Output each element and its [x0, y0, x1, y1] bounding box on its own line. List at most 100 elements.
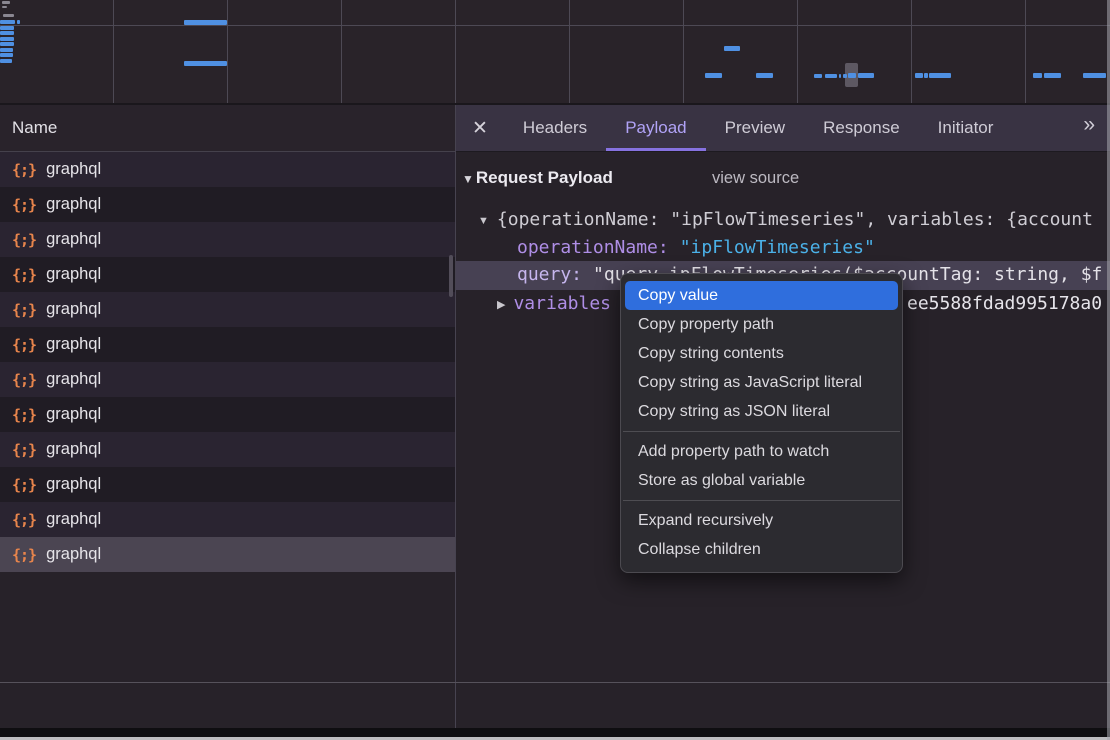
request-timing-bar: [825, 74, 837, 78]
request-timing-bar: [1044, 73, 1061, 78]
network-request-row[interactable]: {;} graphql: [0, 397, 455, 432]
more-tabs-icon[interactable]: »: [1083, 113, 1094, 137]
request-timing-bar: [0, 31, 14, 35]
json-file-icon: {;}: [12, 336, 36, 354]
request-timing-bar: [814, 74, 822, 78]
request-name: graphql: [46, 335, 101, 354]
context-menu: Copy valueCopy property pathCopy string …: [620, 273, 903, 573]
request-timing-bar: [0, 42, 14, 46]
menu-separator: [623, 500, 900, 501]
gridline: [569, 0, 570, 103]
json-file-icon: {;}: [12, 511, 36, 529]
tab-initiator[interactable]: Initiator: [919, 105, 1013, 151]
json-file-icon: {;}: [12, 196, 36, 214]
view-source-link[interactable]: view source: [712, 164, 799, 192]
request-name: graphql: [46, 545, 101, 564]
request-timing-bar: [1083, 73, 1106, 78]
request-timing-bar: [724, 46, 740, 51]
request-timing-bar: [2, 6, 7, 8]
menu-item-copy-value[interactable]: Copy value: [625, 281, 898, 310]
request-timing-bar: [929, 73, 951, 78]
request-timing-bar: [0, 48, 13, 52]
request-name: graphql: [46, 265, 101, 284]
request-timing-bar: [839, 74, 841, 78]
property-key: variables: [513, 293, 611, 314]
request-timing-bar: [0, 20, 15, 24]
network-request-row[interactable]: {;} graphql: [0, 187, 455, 222]
menu-separator: [623, 431, 900, 432]
gridline: [341, 0, 342, 103]
network-request-row[interactable]: {;} graphql: [0, 537, 455, 572]
json-file-icon: {;}: [12, 161, 36, 179]
request-timing-bar: [1033, 73, 1042, 78]
detail-tab-bar: ✕ HeadersPayloadPreviewResponseInitiator…: [456, 105, 1110, 152]
request-timing-bar: [0, 53, 13, 57]
request-name: graphql: [46, 300, 101, 319]
network-request-row[interactable]: {;} graphql: [0, 502, 455, 537]
section-title: Request Payload: [476, 168, 613, 187]
json-file-icon: {;}: [12, 406, 36, 424]
request-timing-bar: [915, 73, 923, 78]
json-file-icon: {;}: [12, 371, 36, 389]
network-request-row[interactable]: {;} graphql: [0, 327, 455, 362]
request-name: graphql: [46, 510, 101, 529]
tabs-container: HeadersPayloadPreviewResponseInitiator: [504, 105, 1012, 151]
network-request-row[interactable]: {;}graphql: [0, 432, 455, 467]
menu-item-store-as-global-variable[interactable]: Store as global variable: [625, 466, 898, 495]
network-request-row[interactable]: {;} graphql: [0, 362, 455, 397]
gridline: [1025, 0, 1026, 103]
property-key: query:: [517, 264, 582, 285]
menu-item-expand-recursively[interactable]: Expand recursively: [625, 506, 898, 535]
network-request-list: {;} graphql {;} graphql {;} graphql {;} graphql…: [0, 152, 455, 572]
request-timing-bar: [858, 73, 874, 78]
request-timing-bar: [924, 73, 928, 78]
menu-item-copy-property-path[interactable]: Copy property path: [625, 310, 898, 339]
menu-item-add-property-path-to-watch[interactable]: Add property path to watch: [625, 437, 898, 466]
menu-item-collapse-children[interactable]: Collapse children: [625, 535, 898, 564]
request-name: graphql: [46, 440, 101, 459]
menu-item-copy-string-as-javascript-literal[interactable]: Copy string as JavaScript literal: [625, 368, 898, 397]
variables-preview-fragment: ee5588fdad995178a0: [907, 290, 1102, 318]
payload-root-row[interactable]: ▼ {operationName: "ipFlowTimeseries", var…: [478, 206, 1093, 234]
tab-headers[interactable]: Headers: [504, 105, 606, 151]
json-file-icon: {;}: [12, 546, 36, 564]
request-timing-bar: [3, 14, 14, 17]
network-request-row[interactable]: {;}graphql: [0, 467, 455, 502]
menu-item-copy-string-as-json-literal[interactable]: Copy string as JSON literal: [625, 397, 898, 426]
expand-triangle-icon[interactable]: ▼: [478, 215, 489, 227]
scrollbar-thumb[interactable]: [449, 255, 453, 297]
gridline: [455, 0, 456, 103]
gridline: [911, 0, 912, 103]
json-file-icon: {;}: [12, 301, 36, 319]
request-timing-bar: [848, 73, 856, 78]
request-payload-section[interactable]: ▼Request Payload: [462, 164, 613, 192]
request-name: graphql: [46, 230, 101, 249]
payload-object-preview: {operationName: "ipFlowTimeseries", vari…: [497, 209, 1093, 230]
menu-item-copy-string-contents[interactable]: Copy string contents: [625, 339, 898, 368]
network-overview-timeline[interactable]: [0, 0, 1110, 105]
network-request-row[interactable]: {;}graphql: [0, 152, 455, 187]
network-request-row[interactable]: {;}graphql: [0, 257, 455, 292]
window-bottom-bar: [0, 728, 1110, 737]
property-key: operationName:: [517, 237, 669, 258]
network-request-row[interactable]: {;} graphql: [0, 292, 455, 327]
tab-preview[interactable]: Preview: [706, 105, 804, 151]
gridline: [113, 0, 114, 103]
request-name: graphql: [46, 405, 101, 424]
section-collapse-triangle-icon[interactable]: ▼: [462, 172, 474, 186]
close-icon[interactable]: ✕: [472, 119, 488, 138]
summary-bar-divider: [0, 682, 1110, 683]
request-name: graphql: [46, 195, 101, 214]
json-file-icon: {;}: [12, 231, 36, 249]
request-timing-bar: [0, 26, 14, 30]
request-timing-bar: [0, 59, 12, 63]
network-request-row[interactable]: {;} graphql: [0, 222, 455, 257]
column-header-name[interactable]: Name: [0, 105, 455, 152]
payload-operation-row[interactable]: operationName:"ipFlowTimeseries": [517, 234, 875, 262]
collapsed-triangle-icon[interactable]: ▶: [497, 299, 505, 311]
tab-response[interactable]: Response: [804, 105, 919, 151]
payload-variables-row[interactable]: ▶ variables: [497, 290, 611, 318]
tab-payload[interactable]: Payload: [606, 105, 705, 151]
request-timing-bar: [0, 37, 14, 41]
request-name: graphql: [46, 370, 101, 389]
